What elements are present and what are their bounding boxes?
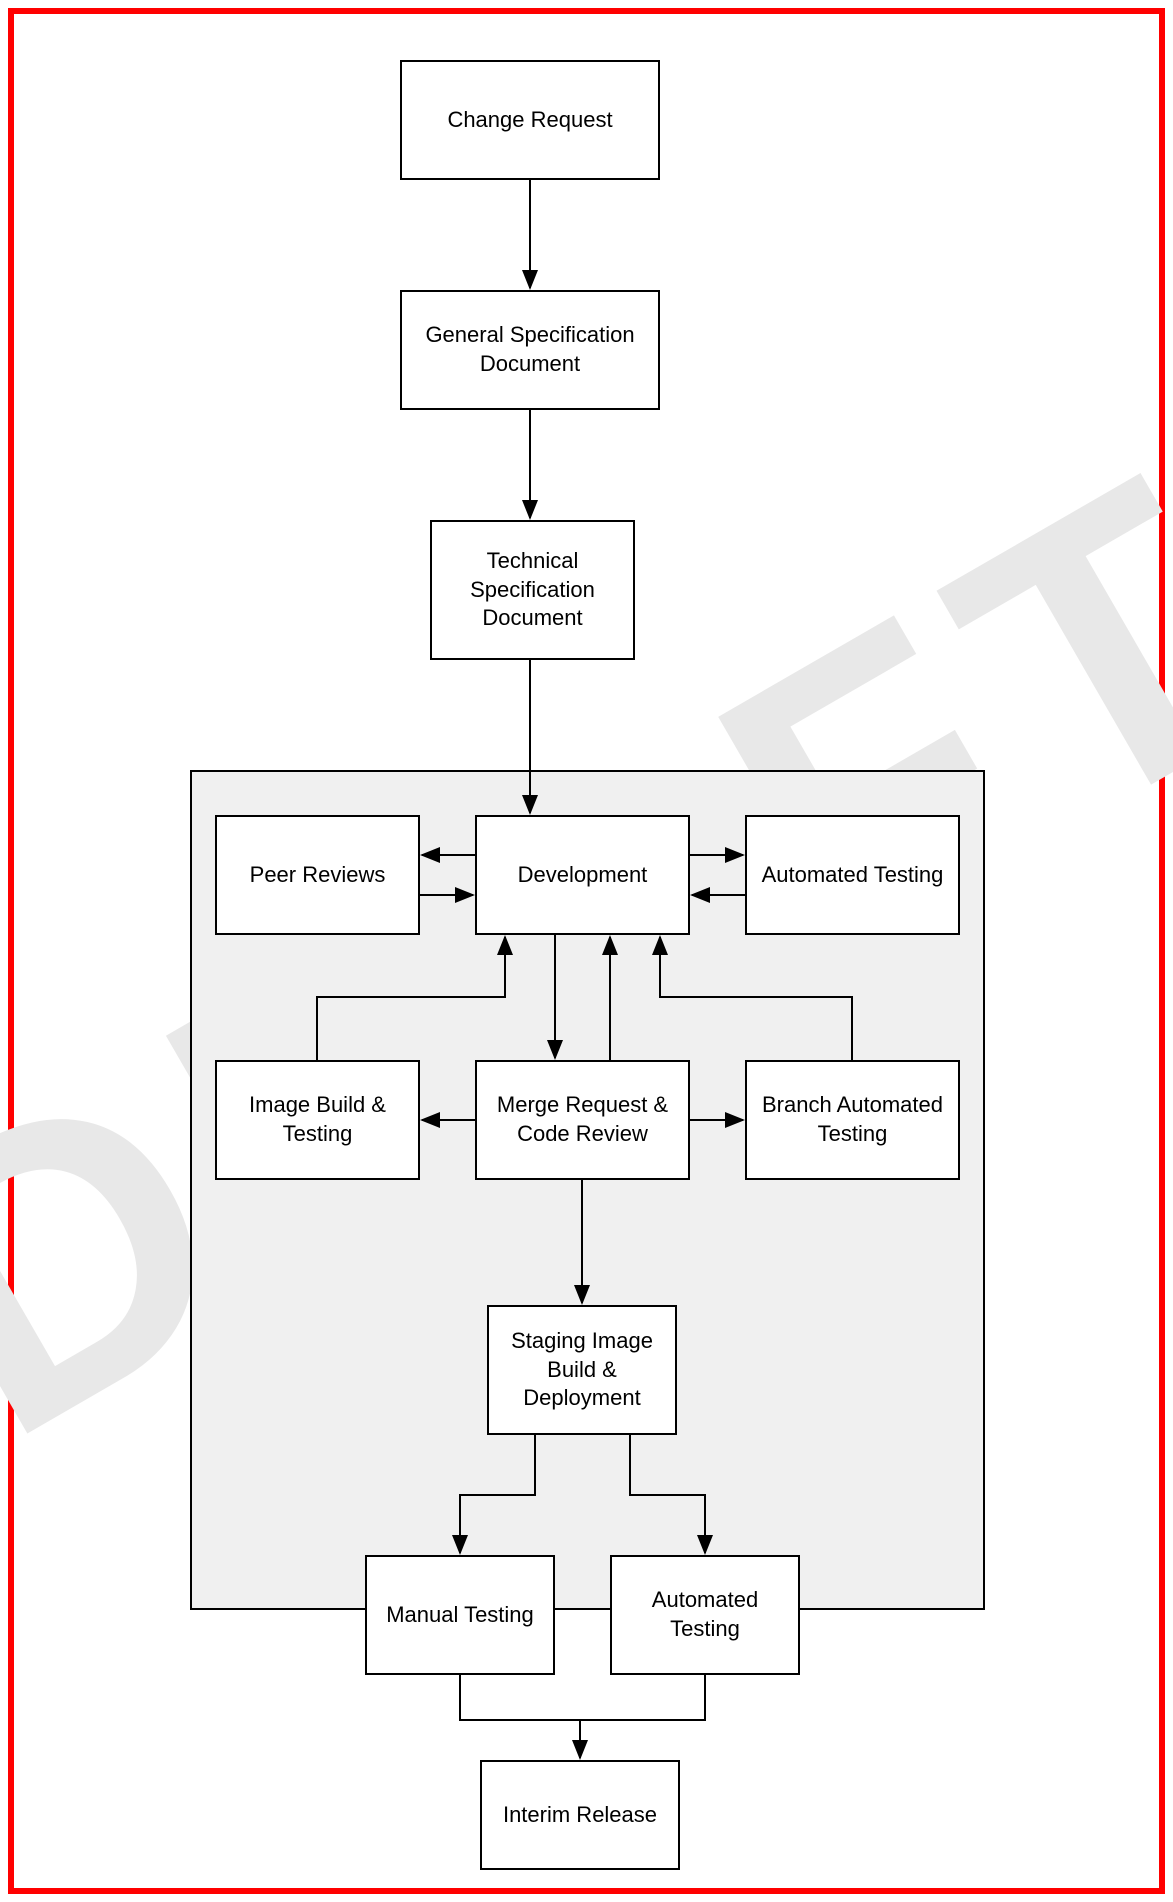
box-change-request: Change Request [400, 60, 660, 180]
box-manual-testing: Manual Testing [365, 1555, 555, 1675]
flowchart-diagram: Change Request General Specification Doc… [0, 0, 1173, 1902]
box-label: Manual Testing [386, 1601, 534, 1630]
box-label: Branch Automated Testing [755, 1091, 950, 1148]
box-label: General Specification Document [410, 321, 650, 378]
box-merge-request: Merge Request & Code Review [475, 1060, 690, 1180]
box-general-spec: General Specification Document [400, 290, 660, 410]
box-auto-testing-top: Automated Testing [745, 815, 960, 935]
box-staging: Staging Image Build & Deployment [487, 1305, 677, 1435]
box-tech-spec: Technical Specification Document [430, 520, 635, 660]
box-label: Staging Image Build & Deployment [497, 1327, 667, 1413]
box-label: Peer Reviews [250, 861, 386, 890]
box-label: Interim Release [503, 1801, 657, 1830]
box-label: Image Build & Testing [225, 1091, 410, 1148]
box-label: Merge Request & Code Review [485, 1091, 680, 1148]
box-image-build-testing: Image Build & Testing [215, 1060, 420, 1180]
box-development: Development [475, 815, 690, 935]
box-branch-auto-testing: Branch Automated Testing [745, 1060, 960, 1180]
box-auto-testing-bottom: Automated Testing [610, 1555, 800, 1675]
box-label: Change Request [447, 106, 612, 135]
box-label: Development [518, 861, 648, 890]
box-label: Technical Specification Document [440, 547, 625, 633]
box-label: Automated Testing [762, 861, 944, 890]
box-interim-release: Interim Release [480, 1760, 680, 1870]
box-label: Automated Testing [620, 1586, 790, 1643]
box-peer-reviews: Peer Reviews [215, 815, 420, 935]
